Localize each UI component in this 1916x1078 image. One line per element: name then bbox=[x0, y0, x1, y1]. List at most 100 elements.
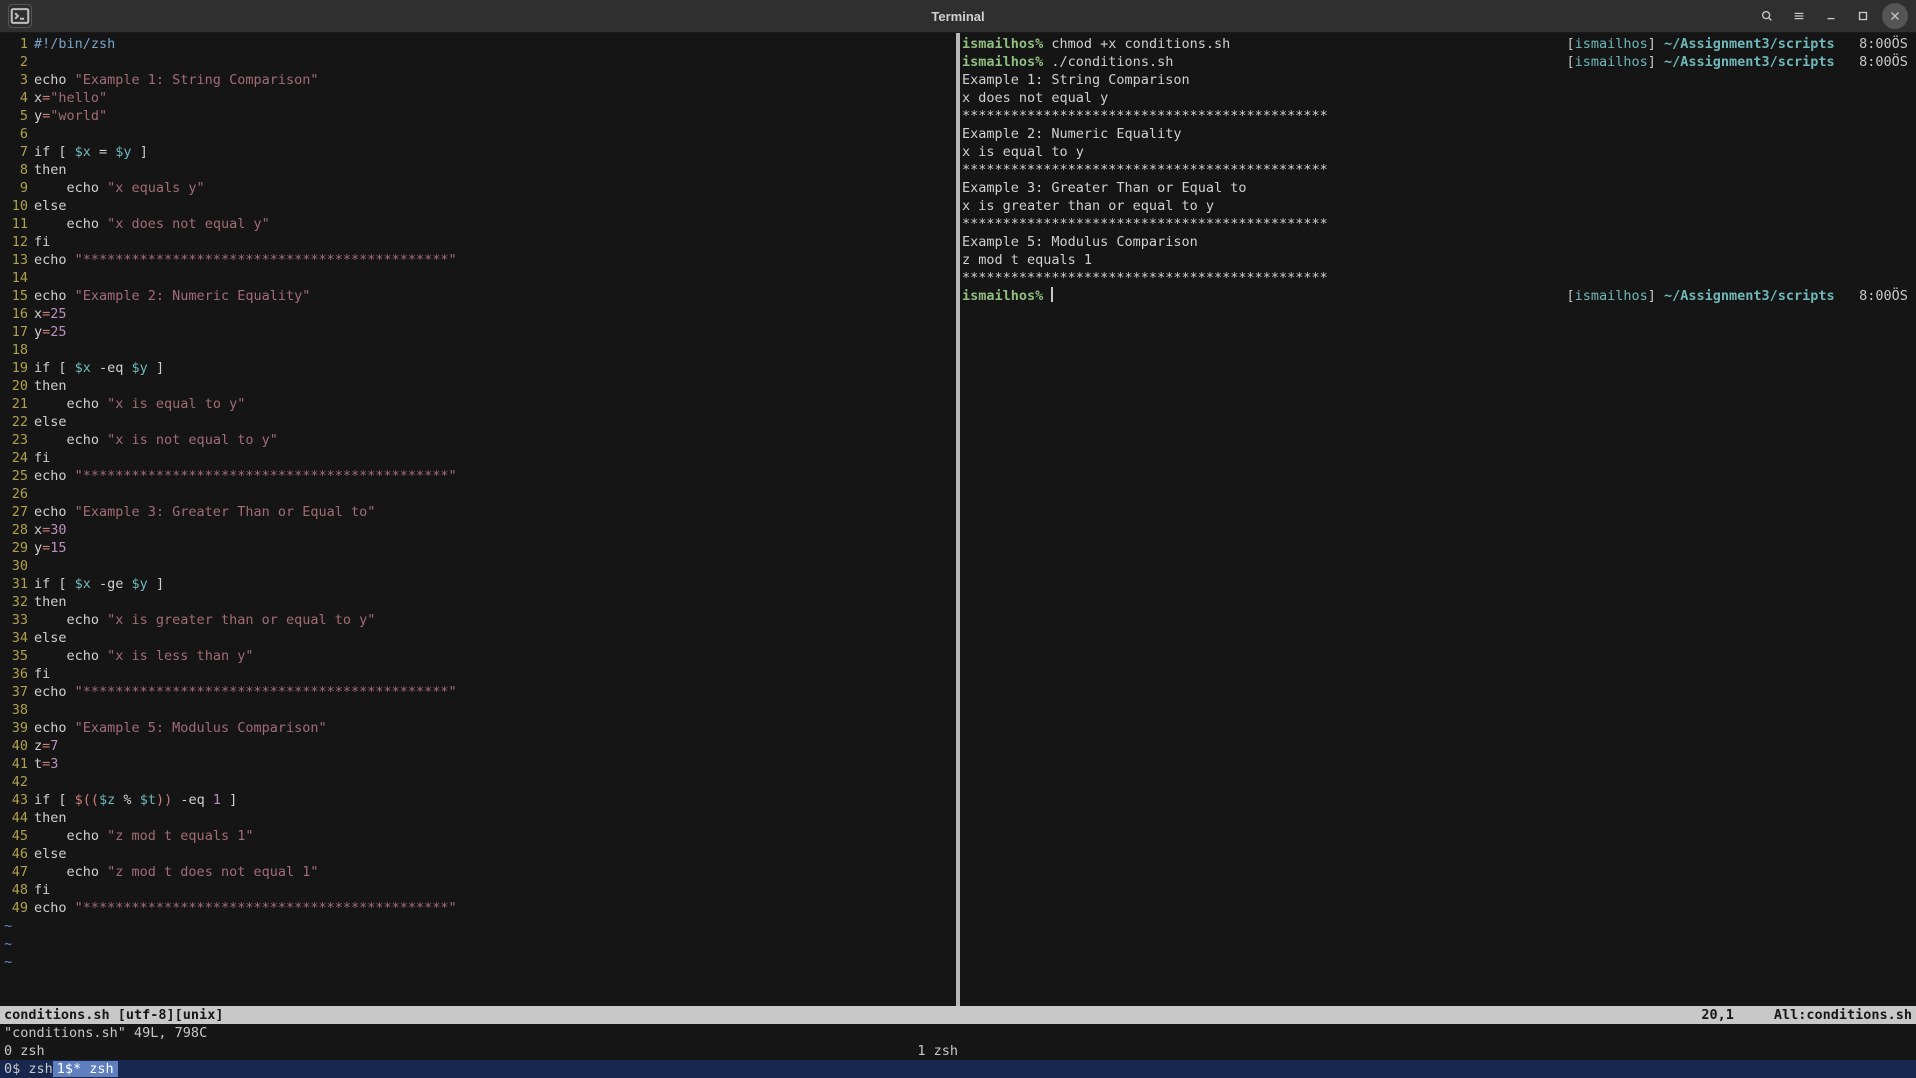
code-line: 10else bbox=[0, 197, 956, 215]
line-number: 2 bbox=[4, 53, 28, 71]
code-line: 48fi bbox=[0, 881, 956, 899]
line-number: 22 bbox=[4, 413, 28, 431]
session-tab-1[interactable]: 1$* zsh bbox=[53, 1061, 118, 1077]
line-number: 13 bbox=[4, 251, 28, 269]
line-number: 29 bbox=[4, 539, 28, 557]
line-number: 35 bbox=[4, 647, 28, 665]
code-line: 21 echo "x is equal to y" bbox=[0, 395, 956, 413]
line-number: 9 bbox=[4, 179, 28, 197]
output-line: ****************************************… bbox=[960, 215, 1916, 233]
line-number: 3 bbox=[4, 71, 28, 89]
code-line: 4x="hello" bbox=[0, 89, 956, 107]
line-number: 26 bbox=[4, 485, 28, 503]
search-button[interactable] bbox=[1754, 3, 1780, 29]
code-line: 47 echo "z mod t does not equal 1" bbox=[0, 863, 956, 881]
line-number: 6 bbox=[4, 125, 28, 143]
code-line: 19if [ $x -eq $y ] bbox=[0, 359, 956, 377]
output-line: ****************************************… bbox=[960, 161, 1916, 179]
code-line: 8then bbox=[0, 161, 956, 179]
line-number: 1 bbox=[4, 35, 28, 53]
line-number: 39 bbox=[4, 719, 28, 737]
vim-message: "conditions.sh" 49L, 798C bbox=[4, 1025, 207, 1041]
code-line: 24fi bbox=[0, 449, 956, 467]
code-line: 23 echo "x is not equal to y" bbox=[0, 431, 956, 449]
line-number: 36 bbox=[4, 665, 28, 683]
output-line: Example 1: String Comparison bbox=[960, 71, 1916, 89]
code-line: 46else bbox=[0, 845, 956, 863]
line-number: 44 bbox=[4, 809, 28, 827]
code-line: 36fi bbox=[0, 665, 956, 683]
terminal-icon[interactable] bbox=[8, 4, 32, 28]
code-line: 25echo "********************************… bbox=[0, 467, 956, 485]
code-line: 35 echo "x is less than y" bbox=[0, 647, 956, 665]
vim-statusline: conditions.sh [utf-8][unix] 20,1 All:con… bbox=[0, 1006, 1916, 1024]
output-line: ****************************************… bbox=[960, 269, 1916, 287]
menu-button[interactable] bbox=[1786, 3, 1812, 29]
line-number: 45 bbox=[4, 827, 28, 845]
minimize-button[interactable] bbox=[1818, 3, 1844, 29]
empty-line-tilde: ~ bbox=[0, 917, 956, 935]
output-line: ****************************************… bbox=[960, 107, 1916, 125]
code-line: 39echo "Example 5: Modulus Comparison" bbox=[0, 719, 956, 737]
code-line: 7if [ $x = $y ] bbox=[0, 143, 956, 161]
line-number: 40 bbox=[4, 737, 28, 755]
code-line: 42 bbox=[0, 773, 956, 791]
code-line: 41t=3 bbox=[0, 755, 956, 773]
session-bar: 0$ zsh 1$* zsh bbox=[0, 1060, 1916, 1078]
code-line: 20then bbox=[0, 377, 956, 395]
line-number: 43 bbox=[4, 791, 28, 809]
close-button[interactable] bbox=[1882, 3, 1908, 29]
tmux-window-1[interactable]: 1 zsh bbox=[917, 1043, 1912, 1059]
code-line: 27echo "Example 3: Greater Than or Equal… bbox=[0, 503, 956, 521]
terminal-split: 1#!/bin/zsh23echo "Example 1: String Com… bbox=[0, 33, 1916, 1006]
code-line: 13echo "********************************… bbox=[0, 251, 956, 269]
status-filename: conditions.sh [utf-8][unix] bbox=[4, 1007, 223, 1023]
line-number: 48 bbox=[4, 881, 28, 899]
line-number: 32 bbox=[4, 593, 28, 611]
prompt-line: ismailhos% chmod +x conditions.sh[ismail… bbox=[960, 35, 1916, 53]
code-line: 43if [ $(($z % $t)) -eq 1 ] bbox=[0, 791, 956, 809]
code-line: 22else bbox=[0, 413, 956, 431]
tmux-statusbar: 0 zsh 1 zsh bbox=[0, 1042, 1916, 1060]
code-line: 28x=30 bbox=[0, 521, 956, 539]
line-number: 47 bbox=[4, 863, 28, 881]
prompt-line: ismailhos% [ismailhos] ~/Assignment3/scr… bbox=[960, 287, 1916, 305]
prompt-line: ismailhos% ./conditions.sh[ismailhos] ~/… bbox=[960, 53, 1916, 71]
output-line: x is equal to y bbox=[960, 143, 1916, 161]
line-number: 4 bbox=[4, 89, 28, 107]
vim-message-line: "conditions.sh" 49L, 798C bbox=[0, 1024, 1916, 1042]
code-line: 9 echo "x equals y" bbox=[0, 179, 956, 197]
session-tab-0[interactable]: 0$ zsh bbox=[4, 1061, 53, 1077]
line-number: 17 bbox=[4, 323, 28, 341]
code-line: 49echo "********************************… bbox=[0, 899, 956, 917]
line-number: 10 bbox=[4, 197, 28, 215]
code-line: 45 echo "z mod t equals 1" bbox=[0, 827, 956, 845]
output-line: x is greater than or equal to y bbox=[960, 197, 1916, 215]
line-number: 27 bbox=[4, 503, 28, 521]
output-line: Example 2: Numeric Equality bbox=[960, 125, 1916, 143]
line-number: 46 bbox=[4, 845, 28, 863]
output-line: Example 3: Greater Than or Equal to bbox=[960, 179, 1916, 197]
shell-pane[interactable]: ismailhos% chmod +x conditions.sh[ismail… bbox=[960, 33, 1916, 1006]
line-number: 38 bbox=[4, 701, 28, 719]
line-number: 16 bbox=[4, 305, 28, 323]
code-line: 31if [ $x -ge $y ] bbox=[0, 575, 956, 593]
editor-pane[interactable]: 1#!/bin/zsh23echo "Example 1: String Com… bbox=[0, 33, 960, 1006]
code-line: 18 bbox=[0, 341, 956, 359]
maximize-button[interactable] bbox=[1850, 3, 1876, 29]
line-number: 21 bbox=[4, 395, 28, 413]
line-number: 28 bbox=[4, 521, 28, 539]
code-line: 38 bbox=[0, 701, 956, 719]
code-line: 16x=25 bbox=[0, 305, 956, 323]
code-line: 33 echo "x is greater than or equal to y… bbox=[0, 611, 956, 629]
output-line: z mod t equals 1 bbox=[960, 251, 1916, 269]
code-line: 11 echo "x does not equal y" bbox=[0, 215, 956, 233]
line-number: 15 bbox=[4, 287, 28, 305]
code-line: 17y=25 bbox=[0, 323, 956, 341]
line-number: 30 bbox=[4, 557, 28, 575]
tmux-window-0[interactable]: 0 zsh bbox=[4, 1043, 45, 1059]
line-number: 41 bbox=[4, 755, 28, 773]
window-title: Terminal bbox=[931, 9, 984, 24]
code-line: 15echo "Example 2: Numeric Equality" bbox=[0, 287, 956, 305]
line-number: 11 bbox=[4, 215, 28, 233]
